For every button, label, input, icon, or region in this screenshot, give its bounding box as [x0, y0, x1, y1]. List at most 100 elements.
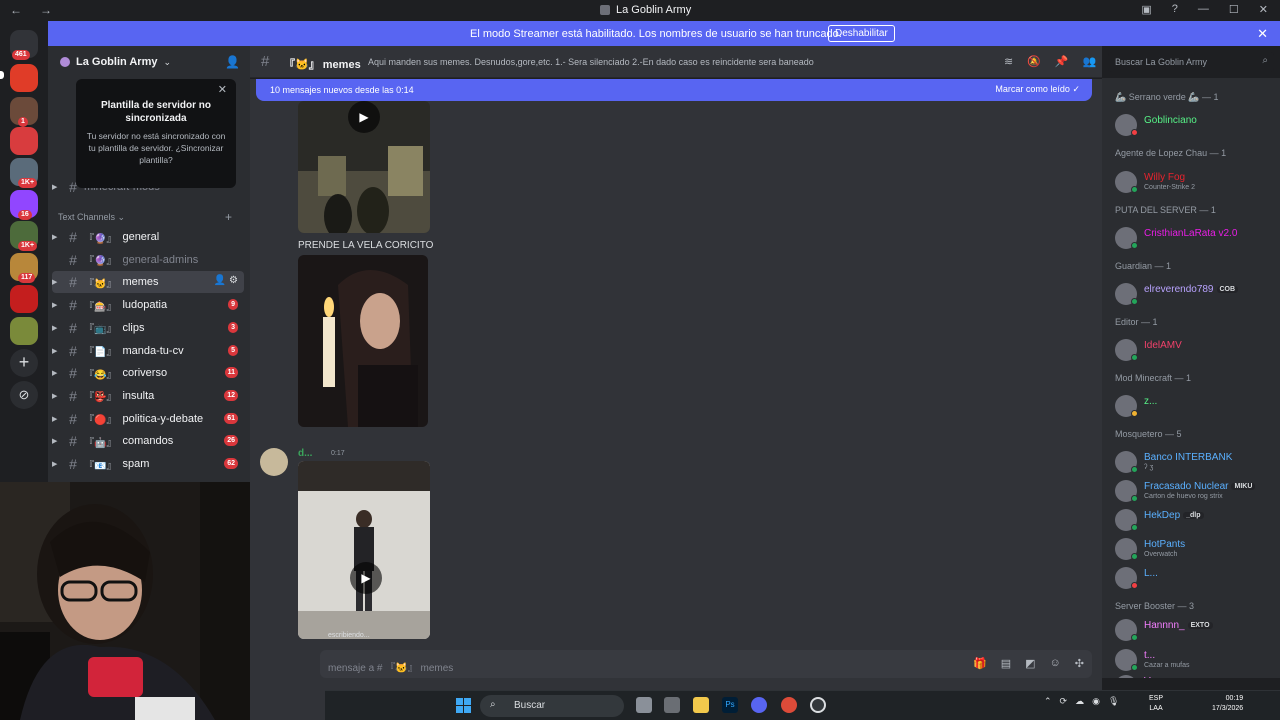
- channel-item-general[interactable]: ▶ # 『🔮』 general: [52, 226, 244, 248]
- discover-icon[interactable]: ⊘: [10, 381, 38, 409]
- mute-icon[interactable]: 🔕: [1027, 55, 1041, 68]
- status-indicator-icon: [1131, 634, 1138, 641]
- chrome-icon[interactable]: [781, 697, 797, 713]
- video-attachment[interactable]: [298, 461, 430, 639]
- inbox-icon[interactable]: ▣: [1141, 3, 1151, 16]
- pin-icon[interactable]: 📌: [1055, 55, 1069, 68]
- server-header[interactable]: La Goblin Army ⌄ 👤: [48, 46, 250, 78]
- image-attachment[interactable]: [298, 255, 428, 427]
- member-list: 🦾 Serrano verde 🦾 — 1 Goblinciano Agente d…: [1102, 78, 1280, 678]
- member-name: t...: [1144, 650, 1156, 661]
- avatar[interactable]: [260, 448, 288, 476]
- gift-icon[interactable]: 🎁: [973, 657, 987, 670]
- new-messages-bar[interactable]: 10 mensajes nuevos desde las 0:14 Marcar…: [256, 79, 1092, 101]
- member-list-icon[interactable]: 👥: [1083, 55, 1097, 68]
- help-icon[interactable]: ?: [1172, 3, 1178, 16]
- channel-item-insulta[interactable]: ▶ # 『👺』 insulta 12: [52, 385, 244, 407]
- category-text-channels[interactable]: Text Channels ⌄ +: [58, 210, 238, 224]
- emoji-icon[interactable]: ☺: [1050, 657, 1061, 670]
- server-icon[interactable]: [10, 285, 38, 313]
- member-item[interactable]: CristhianLaRata v2.0: [1115, 227, 1277, 253]
- close-banner-icon[interactable]: ✕: [1257, 26, 1268, 42]
- channel-item-manda-tu-cv[interactable]: ▶ # 『📄』 manda-tu-cv 5: [52, 340, 244, 362]
- app-icon[interactable]: [810, 697, 826, 713]
- windows-start-icon[interactable]: [456, 698, 471, 713]
- channel-emoji: 『😂』: [84, 369, 117, 381]
- channel-item-spam[interactable]: ▶ # 『📧』 spam 62: [52, 453, 244, 475]
- disable-button[interactable]: Deshabilitar: [828, 25, 895, 42]
- channel-label: politica-y-debate: [122, 412, 204, 425]
- hash-icon: #: [69, 387, 77, 404]
- channel-item-general-admins[interactable]: # 『🔮』 general-admins: [52, 249, 244, 271]
- play-icon[interactable]: ▶: [348, 101, 380, 133]
- channel-label: ludopatia: [122, 299, 168, 312]
- discord-icon[interactable]: [751, 697, 767, 713]
- gif-icon[interactable]: ▤: [1001, 657, 1011, 670]
- cloud-icon[interactable]: ☁: [1075, 696, 1084, 707]
- photoshop-icon[interactable]: Ps: [722, 697, 738, 713]
- app-tray-icon[interactable]: ◉: [1092, 696, 1100, 707]
- chevron-up-icon[interactable]: ⌃: [1044, 696, 1052, 707]
- forward-arrow-icon[interactable]: →: [40, 3, 52, 17]
- sync-icon[interactable]: ⟳: [1060, 696, 1068, 707]
- member-item[interactable]: z...: [1115, 395, 1277, 421]
- minimize-icon[interactable]: —: [1198, 3, 1209, 16]
- create-channel-icon[interactable]: +: [225, 210, 232, 224]
- channel-item-ludopatia[interactable]: ▶ # 『🎰』 ludopatia 9: [52, 294, 244, 316]
- settings-gear-icon[interactable]: ⚙: [229, 275, 238, 286]
- threads-icon[interactable]: ≋: [1004, 55, 1013, 68]
- server-icon[interactable]: [10, 127, 38, 155]
- channel-item-coriverso[interactable]: ▶ # 『😂』 coriverso 11: [52, 362, 244, 384]
- play-icon[interactable]: ▶: [350, 562, 382, 594]
- file-explorer-icon[interactable]: [693, 697, 709, 713]
- member-item[interactable]: Fracasado Nuclear MIKU Carton de huevo rog…: [1115, 480, 1277, 506]
- member-item[interactable]: Banco INTERBANK ʔ ʒ: [1115, 451, 1277, 477]
- search-input[interactable]: Buscar La Goblin Army ⌕: [1108, 52, 1274, 72]
- message-author[interactable]: d...: [298, 448, 312, 459]
- channel-item-politica-y-debate[interactable]: ▶ # 『🔴』 politica-y-debate 61: [52, 408, 244, 430]
- member-item[interactable]: Willy Fog Counter-Strike 2: [1115, 171, 1277, 197]
- template-sync-popup: ✕ Plantilla de servidor no sincronizada …: [76, 79, 236, 188]
- channel-emoji: 『🤖』: [84, 437, 117, 449]
- mention-badge: 62: [224, 458, 238, 469]
- channel-item-memes[interactable]: ▶ # 『🐱』 memes 👤 ⚙: [52, 271, 244, 294]
- message-text: PRENDE LA VELA CORICITO: [298, 240, 434, 251]
- maximize-icon[interactable]: ☐: [1229, 3, 1239, 16]
- status-indicator-icon: [1131, 524, 1138, 531]
- member-item[interactable]: IdelAMV: [1115, 339, 1277, 365]
- app-icon[interactable]: [664, 697, 680, 713]
- mention-badge: 5: [228, 344, 238, 356]
- member-item[interactable]: Goblinciano: [1115, 114, 1277, 140]
- message-input[interactable]: mensaje a # 『🐱』 memes 🎁 ▤ ◩ ☺ ✣: [320, 650, 1092, 678]
- invite-icon[interactable]: 👤: [214, 275, 226, 286]
- window-controls: ▣ ? — ☐ ✕: [1141, 3, 1268, 16]
- member-item[interactable]: Hannnn_ EXTO: [1115, 619, 1277, 645]
- member-item[interactable]: HekDep _dlp: [1115, 509, 1277, 535]
- member-item[interactable]: V...EXTO: [1115, 675, 1277, 678]
- language-indicator[interactable]: ESP LAA: [1149, 694, 1163, 714]
- clock[interactable]: 00:19 17/3/2026: [1212, 694, 1243, 714]
- server-icon[interactable]: [10, 317, 38, 345]
- close-popup-icon[interactable]: ✕: [218, 83, 227, 96]
- back-arrow-icon[interactable]: ←: [10, 3, 22, 17]
- channel-topic[interactable]: Aqui manden sus memes. Desnudos,gore,etc…: [368, 57, 814, 67]
- add-server-icon[interactable]: +: [10, 349, 38, 377]
- taskbar-search[interactable]: ⌕ Buscar: [480, 695, 624, 717]
- server-icon[interactable]: [10, 64, 38, 92]
- popup-body[interactable]: Tu servidor no está sincronizado con tu …: [86, 130, 226, 166]
- channel-item-comandos[interactable]: ▶ # 『🤖』 comandos 26: [52, 430, 244, 452]
- mention-badge: 3: [228, 321, 238, 333]
- task-view-icon[interactable]: [636, 697, 652, 713]
- mic-icon[interactable]: 🎙: [1108, 696, 1119, 707]
- member-item[interactable]: L...: [1115, 567, 1277, 593]
- apps-icon[interactable]: ✣: [1075, 657, 1084, 670]
- mark-as-read-button[interactable]: Marcar como leído ✓: [995, 84, 1080, 95]
- streamer-mode-banner: El modo Streamer está habilitado. Los no…: [48, 21, 1280, 46]
- member-item[interactable]: elreverendo789 COB: [1115, 283, 1277, 309]
- invite-people-icon[interactable]: 👤: [225, 55, 240, 69]
- channel-item-clips[interactable]: ▶ # 『📺』 clips 3: [52, 317, 244, 339]
- member-item[interactable]: HotPants Overwatch: [1115, 538, 1277, 564]
- member-item[interactable]: t... Cazar a mufas: [1115, 649, 1277, 675]
- close-icon[interactable]: ✕: [1259, 3, 1268, 16]
- sticker-icon[interactable]: ◩: [1025, 657, 1035, 670]
